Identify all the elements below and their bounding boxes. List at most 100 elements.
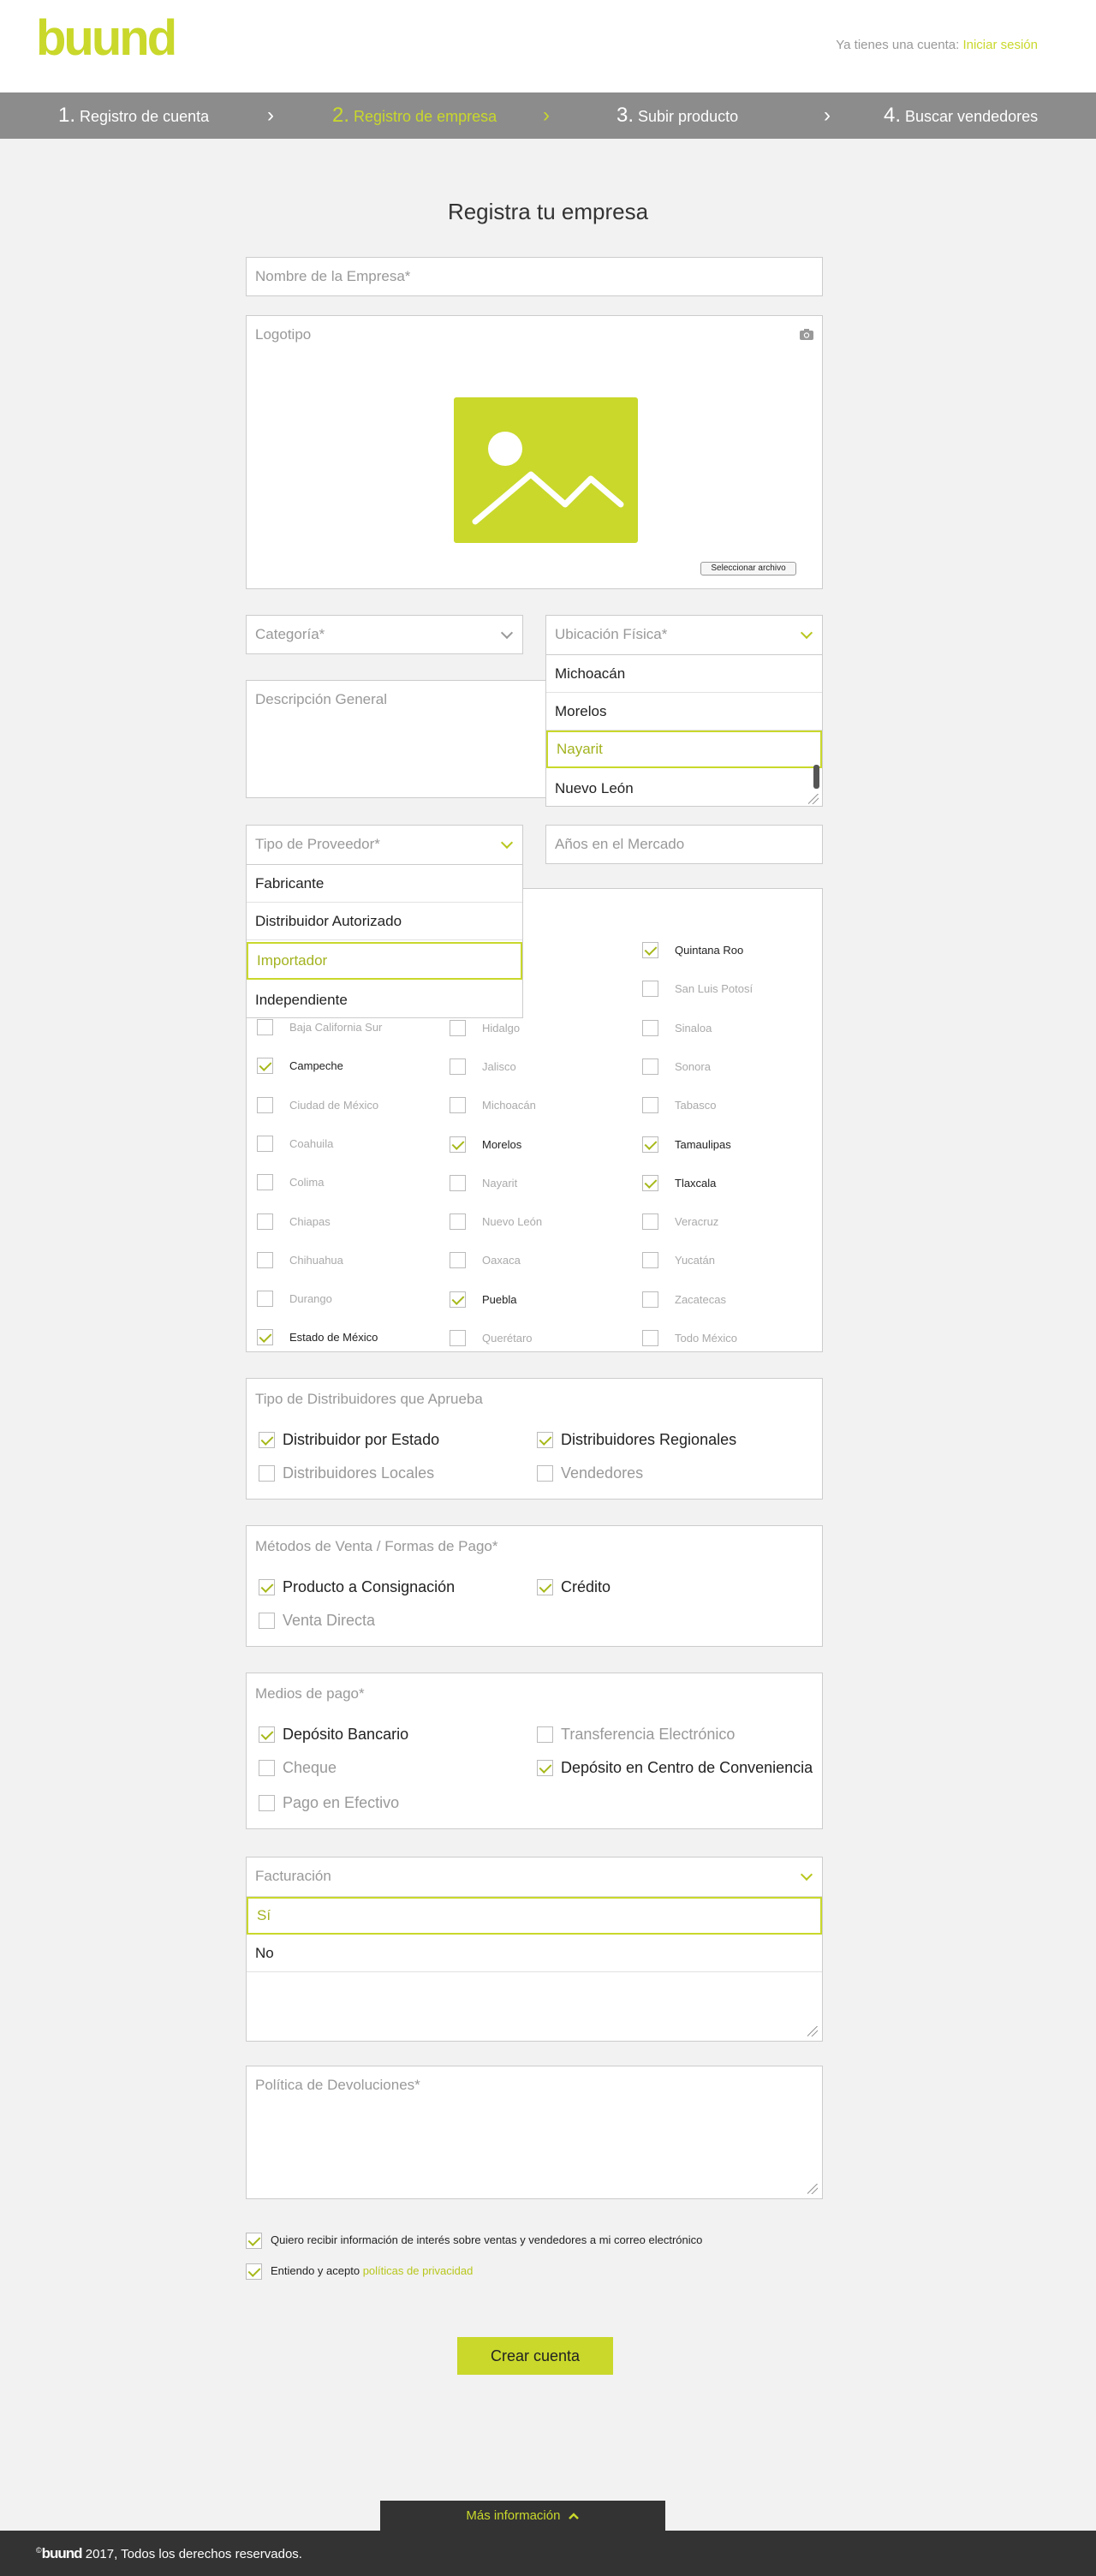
logo-upload[interactable]: Logotipo Seleccionar archivo (246, 315, 823, 589)
select-file-button[interactable]: Seleccionar archivo (700, 562, 796, 575)
provider-option[interactable]: Distribuidor Autorizado (247, 903, 522, 940)
state-checkbox[interactable] (642, 1252, 658, 1268)
checkbox[interactable] (537, 1579, 553, 1595)
state-checkbox[interactable] (450, 1252, 466, 1268)
newsletter-checkbox[interactable] (246, 2233, 262, 2249)
privacy-checkbox[interactable] (246, 2263, 262, 2280)
state-checkbox[interactable] (642, 1291, 658, 1308)
provider-option[interactable]: Fabricante (247, 865, 522, 903)
state-checkbox[interactable] (257, 1019, 273, 1035)
resize-grip-icon[interactable] (807, 2026, 818, 2036)
state-label: Hidalgo (482, 1022, 521, 1035)
state-checkbox[interactable] (642, 1330, 658, 1346)
checkbox[interactable] (259, 1579, 275, 1595)
resize-grip-icon[interactable] (807, 2184, 818, 2194)
step-3[interactable]: 3. Subir producto (616, 92, 738, 139)
sales-methods-card: Métodos de Venta / Formas de Pago* Produ… (246, 1525, 823, 1647)
checkbox[interactable] (259, 1726, 275, 1743)
state-label: Nayarit (482, 1177, 518, 1190)
state-checkbox[interactable] (450, 1330, 466, 1346)
copyright-text: 2017, Todos los derechos reservados. (85, 2547, 302, 2561)
state-label: Tamaulipas (675, 1138, 731, 1151)
billing-select[interactable]: Facturación Sí No (246, 1857, 823, 2042)
payment-means-title: Medios de pago* (255, 1685, 365, 1702)
create-account-button[interactable]: Crear cuenta (457, 2337, 613, 2375)
step-number: 3. (616, 104, 634, 127)
step-2[interactable]: 2. Registro de empresa (332, 92, 497, 139)
checkbox[interactable] (259, 1465, 275, 1482)
provider-dropdown-list[interactable]: Fabricante Distribuidor Autorizado Impor… (246, 864, 523, 1018)
state-checkbox[interactable] (257, 1097, 273, 1113)
checkbox[interactable] (259, 1795, 275, 1811)
checkbox-label: Venta Directa (283, 1612, 376, 1629)
resize-grip-icon[interactable] (808, 794, 819, 804)
location-dropdown-list[interactable]: Michoacán Morelos Nayarit Nuevo León (545, 654, 823, 807)
location-option[interactable]: Michoacán (546, 655, 822, 693)
checkbox[interactable] (537, 1432, 553, 1448)
category-select[interactable]: Categoría* (246, 615, 523, 654)
returns-policy-textarea[interactable]: Política de Devoluciones* (246, 2066, 823, 2199)
distributors-card: Tipo de Distribuidores que Aprueba Distr… (246, 1378, 823, 1500)
state-checkbox[interactable] (450, 1213, 466, 1230)
state-checkbox[interactable] (642, 942, 658, 958)
location-option[interactable]: Morelos (546, 693, 822, 730)
checkbox[interactable] (259, 1760, 275, 1776)
state-checkbox[interactable] (642, 1058, 658, 1075)
image-placeholder-icon (454, 397, 638, 543)
state-checkbox[interactable] (642, 1097, 658, 1113)
company-name-placeholder: Nombre de la Empresa* (255, 268, 411, 284)
state-label: Tabasco (675, 1099, 717, 1112)
privacy-policy-link[interactable]: políticas de privacidad (363, 2264, 474, 2277)
state-checkbox[interactable] (642, 1213, 658, 1230)
company-name-input[interactable]: Nombre de la Empresa* (246, 257, 823, 296)
billing-option[interactable]: No (247, 1935, 822, 1972)
location-option[interactable]: Nuevo León (546, 770, 822, 808)
location-select[interactable]: Ubicación Física* (545, 615, 823, 654)
state-checkbox[interactable] (257, 1213, 273, 1230)
step-4[interactable]: 4. Buscar vendedores (884, 92, 1038, 139)
state-checkbox[interactable] (642, 1020, 658, 1036)
years-in-market-input[interactable]: Años en el Mercado (545, 825, 823, 864)
more-info-label: Más información (466, 2508, 561, 2523)
state-checkbox[interactable] (642, 981, 658, 997)
state-checkbox[interactable] (450, 1097, 466, 1113)
state-checkbox[interactable] (257, 1329, 273, 1345)
state-label: Yucatán (675, 1254, 715, 1267)
location-option-selected[interactable]: Nayarit (546, 730, 822, 768)
state-label: Nuevo León (482, 1215, 543, 1228)
state-checkbox[interactable] (450, 1175, 466, 1191)
location-placeholder: Ubicación Física* (555, 626, 668, 642)
state-checkbox[interactable] (642, 1136, 658, 1153)
chevron-down-icon (500, 836, 514, 850)
state-checkbox[interactable] (257, 1136, 273, 1152)
checkbox[interactable] (537, 1760, 553, 1776)
login-link[interactable]: Iniciar sesión (962, 38, 1038, 52)
more-info-tab[interactable]: Más información (380, 2501, 665, 2531)
state-checkbox[interactable] (450, 1136, 466, 1153)
provider-option-selected[interactable]: Importador (247, 942, 522, 980)
checkbox[interactable] (259, 1613, 275, 1629)
state-checkbox[interactable] (450, 1020, 466, 1036)
state-checkbox[interactable] (257, 1058, 273, 1074)
scrollbar-thumb[interactable] (813, 765, 819, 789)
camera-icon[interactable] (799, 328, 814, 341)
step-1[interactable]: 1. Registro de cuenta (58, 92, 209, 139)
state-checkbox[interactable] (257, 1252, 273, 1268)
state-checkbox[interactable] (642, 1175, 658, 1191)
logo-label: Logotipo (255, 326, 312, 343)
buund-logo[interactable]: buund (36, 15, 207, 63)
state-checkbox[interactable] (450, 1291, 466, 1308)
state-label: Oaxaca (482, 1254, 521, 1267)
billing-option-selected[interactable]: Sí (247, 1897, 822, 1935)
checkbox[interactable] (259, 1432, 275, 1448)
privacy-consent-text: Entiendo y acepto (271, 2264, 360, 2277)
newsletter-consent-label: Quiero recibir información de interés so… (271, 2233, 703, 2246)
state-checkbox[interactable] (257, 1291, 273, 1307)
provider-type-select[interactable]: Tipo de Proveedor* (246, 825, 523, 864)
checkbox[interactable] (537, 1726, 553, 1743)
checkbox[interactable] (537, 1465, 553, 1482)
state-checkbox[interactable] (257, 1174, 273, 1190)
chevron-right-icon: › (824, 104, 831, 127)
provider-option[interactable]: Independiente (247, 981, 522, 1019)
state-checkbox[interactable] (450, 1058, 466, 1075)
